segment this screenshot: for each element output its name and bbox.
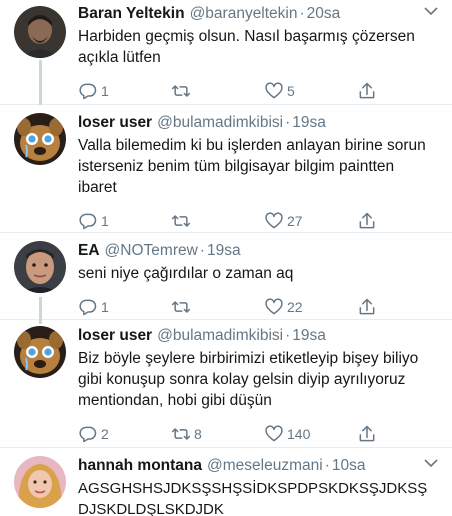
tweet-text: Valla bilemedim ki bu işlerden anlayan b…	[78, 137, 426, 196]
user-handle[interactable]: @bulamadimkibisi	[157, 113, 283, 133]
reply-count: 2	[101, 426, 109, 442]
avatar[interactable]	[14, 326, 66, 378]
share-icon	[357, 297, 377, 317]
tweet-thread: Baran Yeltekin @baranyeltekin · 20sa Har…	[0, 0, 452, 516]
like-button[interactable]: 22	[264, 297, 357, 317]
tweet[interactable]: loser user @bulamadimkibisi · 19sa Valla…	[0, 105, 452, 233]
like-count: 22	[287, 299, 303, 315]
tweet-text: Biz böyle şeylere birbirimizi etiketleyi…	[78, 350, 419, 409]
separator-dot: ·	[285, 114, 291, 131]
retweet-button[interactable]	[171, 211, 264, 231]
user-handle[interactable]: @bulamadimkibisi	[157, 326, 283, 346]
tweet-header: hannah montana @meseleuzmani · 10sa	[78, 456, 442, 478]
tweet-actions: 1 22	[78, 290, 442, 324]
separator-dot: ·	[285, 327, 291, 344]
tweet[interactable]: hannah montana @meseleuzmani · 10sa AGSG…	[0, 448, 452, 516]
tweet[interactable]: Baran Yeltekin @baranyeltekin · 20sa Har…	[0, 0, 452, 105]
reply-icon	[78, 211, 98, 231]
share-button[interactable]	[357, 211, 377, 231]
timestamp[interactable]: 20sa	[307, 4, 341, 24]
share-icon	[357, 424, 377, 444]
avatar[interactable]	[14, 113, 66, 165]
share-button[interactable]	[357, 81, 377, 101]
avatar[interactable]	[14, 456, 66, 508]
tweet-header: Baran Yeltekin @baranyeltekin · 20sa	[78, 4, 442, 26]
separator-dot: ·	[199, 242, 205, 259]
reply-icon	[78, 297, 98, 317]
like-button[interactable]: 5	[264, 81, 357, 101]
display-name[interactable]: hannah montana	[78, 456, 202, 476]
reply-button[interactable]: 1	[78, 297, 171, 317]
tweet[interactable]: loser user @bulamadimkibisi · 19sa Biz b…	[0, 320, 452, 448]
thread-line	[39, 297, 42, 320]
heart-icon	[264, 424, 284, 444]
retweet-button[interactable]: 8	[171, 424, 264, 444]
reply-icon	[78, 81, 98, 101]
tweet-text: seni niye çağırdılar o zaman aq	[78, 265, 294, 282]
user-handle[interactable]: @NOTemrew	[105, 241, 198, 261]
reply-button[interactable]: 2	[78, 424, 171, 444]
share-icon	[357, 211, 377, 231]
tweet[interactable]: EA @NOTemrew · 19sa seni niye çağırdılar…	[0, 233, 452, 320]
display-name[interactable]: EA	[78, 241, 100, 261]
retweet-icon	[171, 81, 191, 101]
thread-line	[39, 320, 42, 324]
like-count: 27	[287, 213, 303, 229]
avatar[interactable]	[14, 6, 66, 58]
separator-dot: ·	[299, 5, 305, 22]
heart-icon	[264, 297, 284, 317]
chevron-down-icon[interactable]	[424, 6, 438, 16]
timestamp[interactable]: 19sa	[292, 113, 326, 133]
reply-icon	[78, 424, 98, 444]
reply-count: 1	[101, 83, 109, 99]
like-count: 140	[287, 426, 311, 442]
display-name[interactable]: loser user	[78, 113, 152, 133]
like-button[interactable]: 27	[264, 211, 357, 231]
like-button[interactable]: 140	[264, 424, 357, 444]
tweet-header: loser user @bulamadimkibisi · 19sa	[78, 326, 442, 348]
tweet-header: loser user @bulamadimkibisi · 19sa	[78, 113, 442, 135]
reply-count: 1	[101, 299, 109, 315]
reply-button[interactable]: 1	[78, 81, 171, 101]
timestamp[interactable]: 19sa	[207, 241, 241, 261]
timestamp[interactable]: 19sa	[292, 326, 326, 346]
thread-line	[39, 60, 42, 105]
retweet-icon	[171, 297, 191, 317]
share-icon	[357, 81, 377, 101]
reply-count: 1	[101, 213, 109, 229]
separator-dot: ·	[324, 457, 330, 474]
retweet-button[interactable]	[171, 297, 264, 317]
reply-button[interactable]: 1	[78, 211, 171, 231]
like-count: 5	[287, 83, 295, 99]
avatar[interactable]	[14, 241, 66, 293]
display-name[interactable]: loser user	[78, 326, 152, 346]
retweet-icon	[171, 424, 191, 444]
tweet-text: AGSGHSHSJDKSŞSHŞSİDKSPDPSKDKSŞJDKSŞ DJSK…	[78, 480, 428, 516]
retweet-count: 8	[194, 426, 202, 442]
share-button[interactable]	[357, 297, 377, 317]
tweet-text: Harbiden geçmiş olsun. Nasıl başarmış çö…	[78, 28, 415, 66]
tweet-header: EA @NOTemrew · 19sa	[78, 241, 442, 263]
user-handle[interactable]: @baranyeltekin	[190, 4, 298, 24]
display-name[interactable]: Baran Yeltekin	[78, 4, 185, 24]
chevron-down-icon[interactable]	[424, 458, 438, 468]
heart-icon	[264, 81, 284, 101]
retweet-icon	[171, 211, 191, 231]
timestamp[interactable]: 10sa	[332, 456, 366, 476]
tweet-actions: 1 5	[78, 74, 442, 108]
heart-icon	[264, 211, 284, 231]
share-button[interactable]	[357, 424, 377, 444]
tweet-actions: 2 8 140	[78, 417, 442, 451]
retweet-button[interactable]	[171, 81, 264, 101]
user-handle[interactable]: @meseleuzmani	[207, 456, 323, 476]
